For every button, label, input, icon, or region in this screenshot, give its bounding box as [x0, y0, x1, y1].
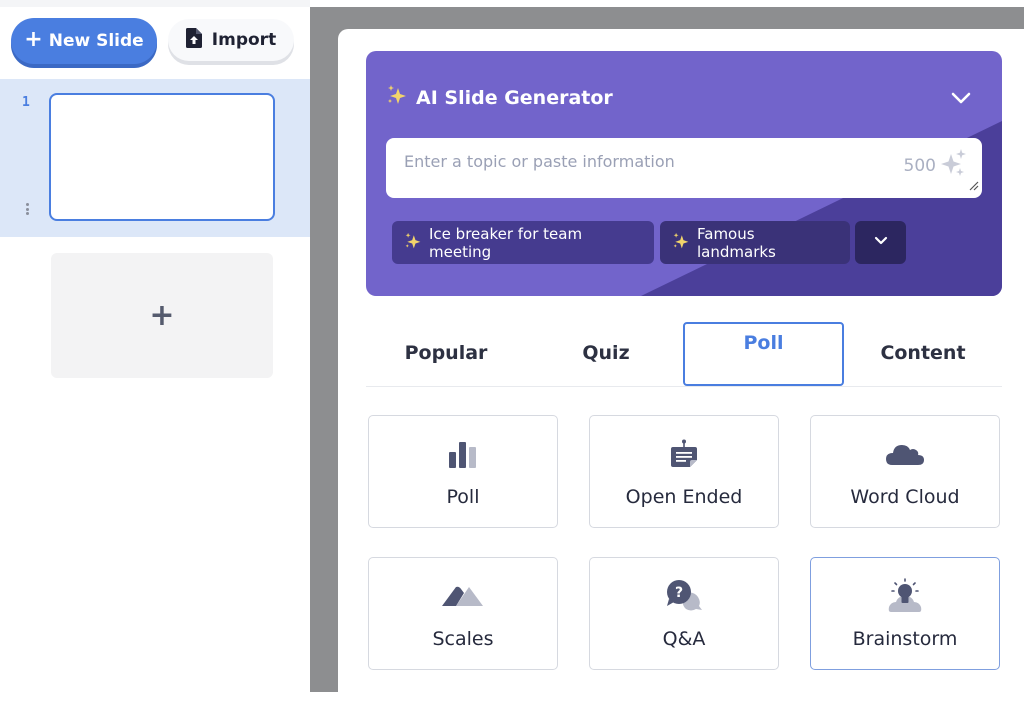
- mountains-icon: [369, 580, 557, 612]
- ai-generator-title: AI Slide Generator: [416, 86, 613, 109]
- lightbulb-icon: [811, 578, 999, 612]
- suggestion-label: Ice breaker for team meeting: [429, 224, 583, 261]
- sidebar-top-border: [0, 0, 310, 7]
- resize-handle-icon[interactable]: [967, 176, 979, 195]
- tab-content[interactable]: Content: [844, 321, 1002, 385]
- add-slide-button[interactable]: +: [51, 253, 273, 378]
- plus-icon: +: [149, 298, 175, 333]
- slide-type-label: Scales: [432, 628, 494, 650]
- new-slide-label: New Slide: [48, 31, 144, 51]
- slide-type-poll[interactable]: Poll: [368, 415, 558, 528]
- tab-poll[interactable]: Poll: [683, 322, 844, 386]
- note-icon: [590, 438, 778, 470]
- file-upload-icon: [185, 27, 202, 53]
- slide-type-label: Q&A: [662, 628, 706, 650]
- import-label: Import: [211, 30, 277, 50]
- slide-type-label: Open Ended: [625, 486, 743, 508]
- suggestion-chip[interactable]: Famous landmarks: [660, 221, 850, 264]
- slide-type-brainstorm[interactable]: Brainstorm: [810, 557, 1000, 670]
- slide-type-scales[interactable]: Scales: [368, 557, 558, 670]
- slide-type-label: Poll: [446, 486, 480, 508]
- topic-input[interactable]: Enter a topic or paste information 500: [386, 138, 982, 198]
- new-slide-button[interactable]: + New Slide: [11, 18, 157, 64]
- slide-type-word-cloud[interactable]: Word Cloud: [810, 415, 1000, 528]
- slide-thumbnail[interactable]: [49, 93, 275, 221]
- slide-list-item[interactable]: 1: [0, 79, 310, 237]
- plus-icon: +: [24, 27, 43, 52]
- svg-text:?: ?: [675, 585, 683, 601]
- suggestion-chip[interactable]: Ice breaker for team meeting: [392, 221, 654, 264]
- slides-sidebar: + New Slide Import 1 +: [0, 0, 310, 692]
- character-count: 500: [903, 156, 936, 176]
- sparkles-icon: [386, 84, 408, 111]
- slide-type-qa[interactable]: ? Q&A: [589, 557, 779, 670]
- generate-sparkle-icon[interactable]: [940, 148, 968, 182]
- chevron-down-icon: [873, 233, 889, 253]
- slide-number: 1: [22, 95, 30, 110]
- slide-type-label: Brainstorm: [852, 628, 958, 650]
- topic-input-placeholder: Enter a topic or paste information: [404, 152, 675, 171]
- tab-popular[interactable]: Popular: [366, 321, 526, 385]
- cloud-icon: [811, 438, 999, 470]
- bar-chart-icon: [369, 438, 557, 470]
- chevron-down-icon[interactable]: [950, 87, 972, 109]
- slide-type-open-ended[interactable]: Open Ended: [589, 415, 779, 528]
- more-suggestions-button[interactable]: [855, 221, 906, 264]
- sparkles-icon: [404, 232, 422, 254]
- question-bubble-icon: ?: [590, 580, 778, 612]
- ai-slide-generator: AI Slide Generator Enter a topic or past…: [366, 51, 1002, 296]
- suggestion-label: Famous landmarks: [697, 224, 776, 261]
- tab-quiz[interactable]: Quiz: [526, 321, 686, 385]
- category-tabs: Popular Quiz Poll Content: [366, 322, 1002, 387]
- ai-generator-header: AI Slide Generator: [386, 84, 613, 111]
- import-button[interactable]: Import: [168, 19, 294, 61]
- slide-type-label: Word Cloud: [850, 486, 960, 508]
- slide-options-icon[interactable]: [25, 203, 31, 217]
- sparkles-icon: [672, 232, 690, 254]
